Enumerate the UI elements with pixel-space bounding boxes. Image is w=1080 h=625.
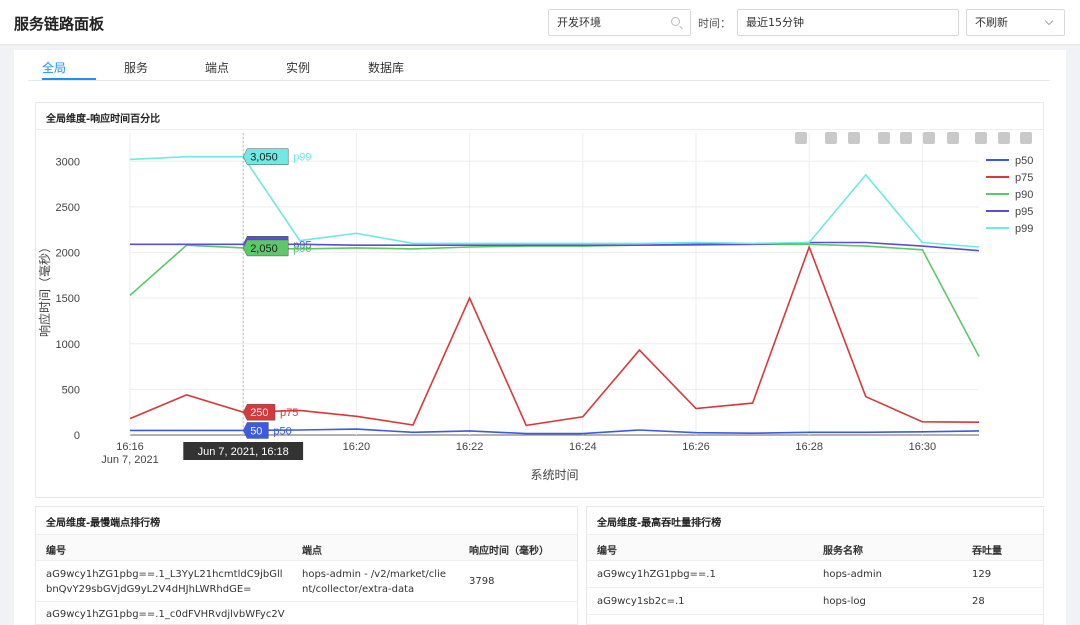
tab-endpoint[interactable]: 端点 bbox=[205, 59, 229, 76]
throughput-value: 28 bbox=[972, 596, 985, 607]
tooltip-series-p90: p90 bbox=[293, 243, 311, 255]
slow-endpoints-title: 全局维度-最慢端点排行榜 bbox=[46, 518, 161, 529]
endpoint-name: hops-admin - /v2/market/client/collector… bbox=[302, 569, 447, 595]
tooltip-value-p75: 250 bbox=[250, 407, 268, 419]
hover-compare-icon[interactable] bbox=[1020, 132, 1032, 144]
environment-select[interactable]: 开发环境 bbox=[548, 9, 691, 36]
dashboard-card: 全局 服务 端点 实例 数据库 全局维度-响应时间百分比 0 500 1000 150… bbox=[14, 50, 1066, 625]
hover-closest-icon[interactable] bbox=[998, 132, 1010, 144]
series-line-p90[interactable] bbox=[129, 243, 980, 357]
tooltip-value-p90: 2,050 bbox=[250, 243, 278, 255]
y-tick-label: 1000 bbox=[56, 339, 80, 351]
y-tick-label: 3000 bbox=[56, 156, 80, 168]
environment-value: 开发环境 bbox=[557, 16, 601, 29]
tooltip-series-p50: p50 bbox=[273, 425, 291, 437]
table-header: 编号 端点 响应时间（毫秒） bbox=[36, 534, 577, 561]
tab-global[interactable]: 全局 bbox=[42, 59, 66, 76]
pan-icon[interactable] bbox=[848, 132, 860, 144]
y-tick-label: 0 bbox=[74, 430, 80, 442]
series-line-p99[interactable] bbox=[129, 155, 980, 248]
zoom-icon[interactable] bbox=[825, 132, 837, 144]
top-throughput-title: 全局维度-最高吞吐量排行榜 bbox=[597, 518, 722, 529]
zoom-in-icon[interactable] bbox=[878, 132, 890, 144]
tab-service[interactable]: 服务 bbox=[124, 59, 148, 76]
legend-label-p50: p50 bbox=[1015, 155, 1033, 167]
x-tick-label: 16:30 bbox=[909, 441, 937, 453]
x-tick-label: 16:22 bbox=[456, 441, 484, 453]
legend-label-p95: p95 bbox=[1015, 206, 1033, 218]
x-tick-label: 16:26 bbox=[682, 441, 710, 453]
camera-icon[interactable] bbox=[795, 132, 807, 144]
autoscale-icon[interactable] bbox=[923, 132, 935, 144]
column-header: 吞吐量 bbox=[972, 546, 1002, 557]
slow-endpoints-panel: 全局维度-最慢端点排行榜 编号 端点 响应时间（毫秒） aG9wcy1hZG1p… bbox=[35, 506, 578, 625]
column-header: 响应时间（毫秒） bbox=[469, 546, 549, 557]
top-bar: 服务链路面板 开发环境 时间： 最近15分钟 不刷新 bbox=[0, 0, 1080, 45]
endpoint-id: aG9wcy1hZG1pbg==.1_c0dFVHRvdjlvbWFyc2V bbox=[46, 609, 285, 620]
column-header: 编号 bbox=[46, 546, 66, 557]
column-header: 编号 bbox=[597, 546, 617, 557]
column-header: 端点 bbox=[302, 546, 322, 557]
table-row[interactable]: aG9wcy1hZG1pbg==.1_L3YyL21hcmtldC9jbGllb… bbox=[36, 562, 577, 602]
table-row[interactable]: aG9wcy1hZG1pbg==.1 hops-admin 129 bbox=[587, 562, 1043, 588]
endpoint-id: aG9wcy1hZG1pbg==.1_L3YyL21hcmtldC9jbGllb… bbox=[46, 569, 283, 595]
search-icon bbox=[671, 17, 680, 26]
tooltip-series-p99: p99 bbox=[293, 152, 311, 164]
hover-x-label: Jun 7, 2021, 16:18 bbox=[198, 446, 289, 458]
zoom-out-icon[interactable] bbox=[900, 132, 912, 144]
active-tab-indicator bbox=[42, 78, 96, 80]
chevron-down-icon bbox=[1044, 16, 1054, 26]
y-tick-label: 2500 bbox=[56, 202, 80, 214]
home-icon[interactable] bbox=[947, 132, 959, 144]
x-axis-title: 系统时间 bbox=[530, 468, 578, 482]
y-tick-label: 1500 bbox=[56, 293, 80, 305]
page-title: 服务链路面板 bbox=[14, 15, 105, 33]
legend-label-p90: p90 bbox=[1015, 189, 1033, 201]
tab-bar: 全局 服务 端点 实例 数据库 bbox=[28, 50, 1050, 81]
tooltip-value-p50: 50 bbox=[250, 425, 262, 437]
throughput-value: 129 bbox=[972, 569, 992, 580]
table-row[interactable]: aG9wcy1sb2c=.1 hops-log 28 bbox=[587, 589, 1043, 615]
y-tick-label: 2000 bbox=[56, 248, 80, 260]
y-tick-label: 500 bbox=[62, 384, 80, 396]
tab-database[interactable]: 数据库 bbox=[368, 59, 404, 76]
service-id: aG9wcy1sb2c=.1 bbox=[597, 596, 685, 607]
column-header: 服务名称 bbox=[823, 546, 863, 557]
response-time-chart[interactable]: 05001000150020002500300016:16Jun 7, 2021… bbox=[36, 103, 1045, 499]
table-row[interactable]: aG9wcy1hZG1pbg==.1_c0dFVHRvdjlvbWFyc2V bbox=[36, 603, 577, 624]
service-name: hops-log bbox=[823, 596, 866, 607]
legend-label-p99: p99 bbox=[1015, 223, 1033, 235]
time-label: 时间： bbox=[698, 17, 731, 30]
refresh-select[interactable]: 不刷新 bbox=[966, 9, 1065, 36]
response-time-value: 3798 bbox=[469, 576, 495, 587]
x-tick-label: 16:16 bbox=[116, 441, 144, 453]
legend-label-p75: p75 bbox=[1015, 172, 1033, 184]
x-tick-label: 16:20 bbox=[343, 441, 371, 453]
service-id: aG9wcy1hZG1pbg==.1 bbox=[597, 569, 716, 580]
refresh-value: 不刷新 bbox=[975, 16, 1008, 29]
x-tick-label: 16:24 bbox=[569, 441, 597, 453]
tab-instance[interactable]: 实例 bbox=[286, 59, 310, 76]
time-range-input[interactable]: 最近15分钟 bbox=[737, 9, 959, 36]
x-tick-label: 16:28 bbox=[795, 441, 823, 453]
series-line-p75[interactable] bbox=[129, 244, 980, 427]
tooltip-series-p75: p75 bbox=[280, 407, 298, 419]
tooltip-value-p99: 3,050 bbox=[250, 152, 278, 164]
response-time-chart-panel: 全局维度-响应时间百分比 0 500 1000 1500 2000 2500 3000 16:… bbox=[35, 102, 1044, 498]
table-header: 编号 服务名称 吞吐量 bbox=[587, 534, 1043, 561]
y-axis-title: 响应时间（毫秒） bbox=[37, 241, 52, 337]
x-tick-label: Jun 7, 2021 bbox=[101, 454, 159, 466]
service-name: hops-admin bbox=[823, 569, 882, 580]
spike-lines-icon[interactable] bbox=[975, 132, 987, 144]
top-throughput-panel: 全局维度-最高吞吐量排行榜 编号 服务名称 吞吐量 aG9wcy1hZG1pbg… bbox=[586, 506, 1044, 625]
